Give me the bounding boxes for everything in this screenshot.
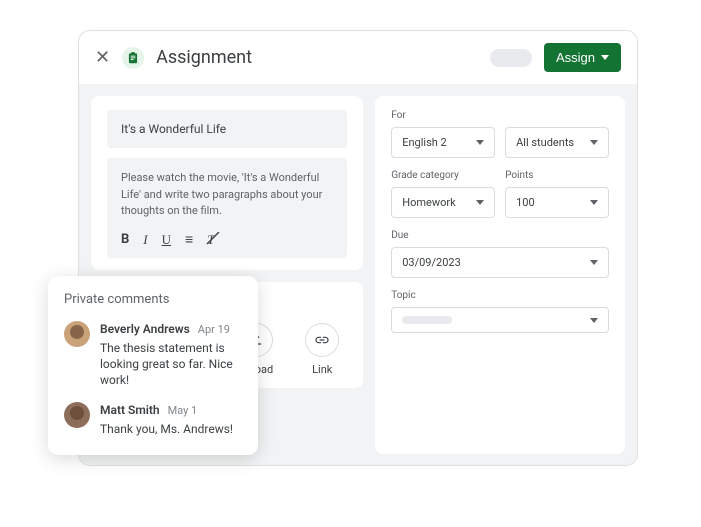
for-group: For English 2 All students — [391, 110, 609, 158]
bulleted-list-button[interactable]: ≡ — [185, 233, 193, 247]
due-group: Due 03/09/2023 — [391, 230, 609, 278]
clear-formatting-button[interactable]: T — [207, 230, 214, 251]
assign-button-label: Assign — [556, 50, 595, 65]
comment-author: Matt Smith — [100, 402, 160, 418]
description-text: Please watch the movie, 'It's a Wonderfu… — [121, 171, 322, 217]
format-toolbar: B I U ≡ T — [121, 230, 333, 251]
chevron-down-icon — [476, 200, 484, 205]
points-select[interactable]: 100 — [505, 187, 609, 218]
class-select[interactable]: English 2 — [391, 127, 495, 158]
page-title: Assignment — [156, 47, 252, 68]
header-placeholder — [490, 49, 532, 67]
chevron-down-icon — [476, 140, 484, 145]
students-value: All students — [516, 136, 574, 149]
comment-date: Apr 19 — [198, 323, 230, 338]
grade-category-value: Homework — [402, 196, 455, 209]
assignment-description-input[interactable]: Please watch the movie, 'It's a Wonderfu… — [107, 158, 347, 258]
editor-card: It's a Wonderful Life Please watch the m… — [91, 96, 363, 270]
right-column: For English 2 All students Grade categor… — [375, 96, 625, 454]
link-icon — [314, 332, 330, 348]
bold-button[interactable]: B — [121, 230, 129, 250]
topic-group: Topic — [391, 290, 609, 333]
topbar: ✕ Assignment Assign — [79, 31, 637, 84]
chevron-down-icon — [590, 260, 598, 265]
underline-button[interactable]: U — [162, 230, 171, 250]
due-date-select[interactable]: 03/09/2023 — [391, 247, 609, 278]
topic-select[interactable] — [391, 307, 609, 333]
link-label: Link — [312, 363, 332, 376]
students-select[interactable]: All students — [505, 127, 609, 158]
comment-date: May 1 — [168, 404, 198, 419]
grade-category-select[interactable]: Homework — [391, 187, 495, 218]
grade-category-label: Grade category — [391, 170, 495, 181]
comment-author: Beverly Andrews — [100, 321, 190, 337]
for-label: For — [391, 110, 609, 121]
comment-text: The thesis statement is looking great so… — [100, 340, 242, 389]
chevron-down-icon — [590, 318, 598, 323]
topic-placeholder — [402, 316, 452, 324]
points-label: Points — [505, 170, 609, 181]
avatar — [64, 321, 90, 347]
assignment-title-input[interactable]: It's a Wonderful Life — [107, 110, 347, 148]
due-label: Due — [391, 230, 609, 241]
class-value: English 2 — [402, 136, 447, 149]
grade-category-group: Grade category Homework — [391, 170, 495, 218]
comment-item: Beverly Andrews Apr 19 The thesis statem… — [64, 321, 242, 388]
due-value: 03/09/2023 — [402, 256, 461, 269]
italic-button[interactable]: I — [143, 230, 147, 250]
private-comments-heading: Private comments — [64, 292, 242, 307]
chevron-down-icon — [590, 200, 598, 205]
chevron-down-icon — [601, 55, 609, 60]
points-group: Points 100 — [505, 170, 609, 218]
assign-button[interactable]: Assign — [544, 43, 621, 72]
comment-text: Thank you, Ms. Andrews! — [100, 421, 233, 437]
topic-label: Topic — [391, 290, 609, 301]
avatar — [64, 402, 90, 428]
comment-item: Matt Smith May 1 Thank you, Ms. Andrews! — [64, 402, 242, 437]
link-button[interactable] — [305, 323, 339, 357]
points-value: 100 — [516, 196, 535, 209]
chevron-down-icon — [590, 140, 598, 145]
close-icon[interactable]: ✕ — [95, 49, 110, 67]
private-comments-popup: Private comments Beverly Andrews Apr 19 … — [48, 276, 258, 455]
assignment-icon — [122, 47, 144, 69]
attach-link: Link — [305, 323, 339, 376]
